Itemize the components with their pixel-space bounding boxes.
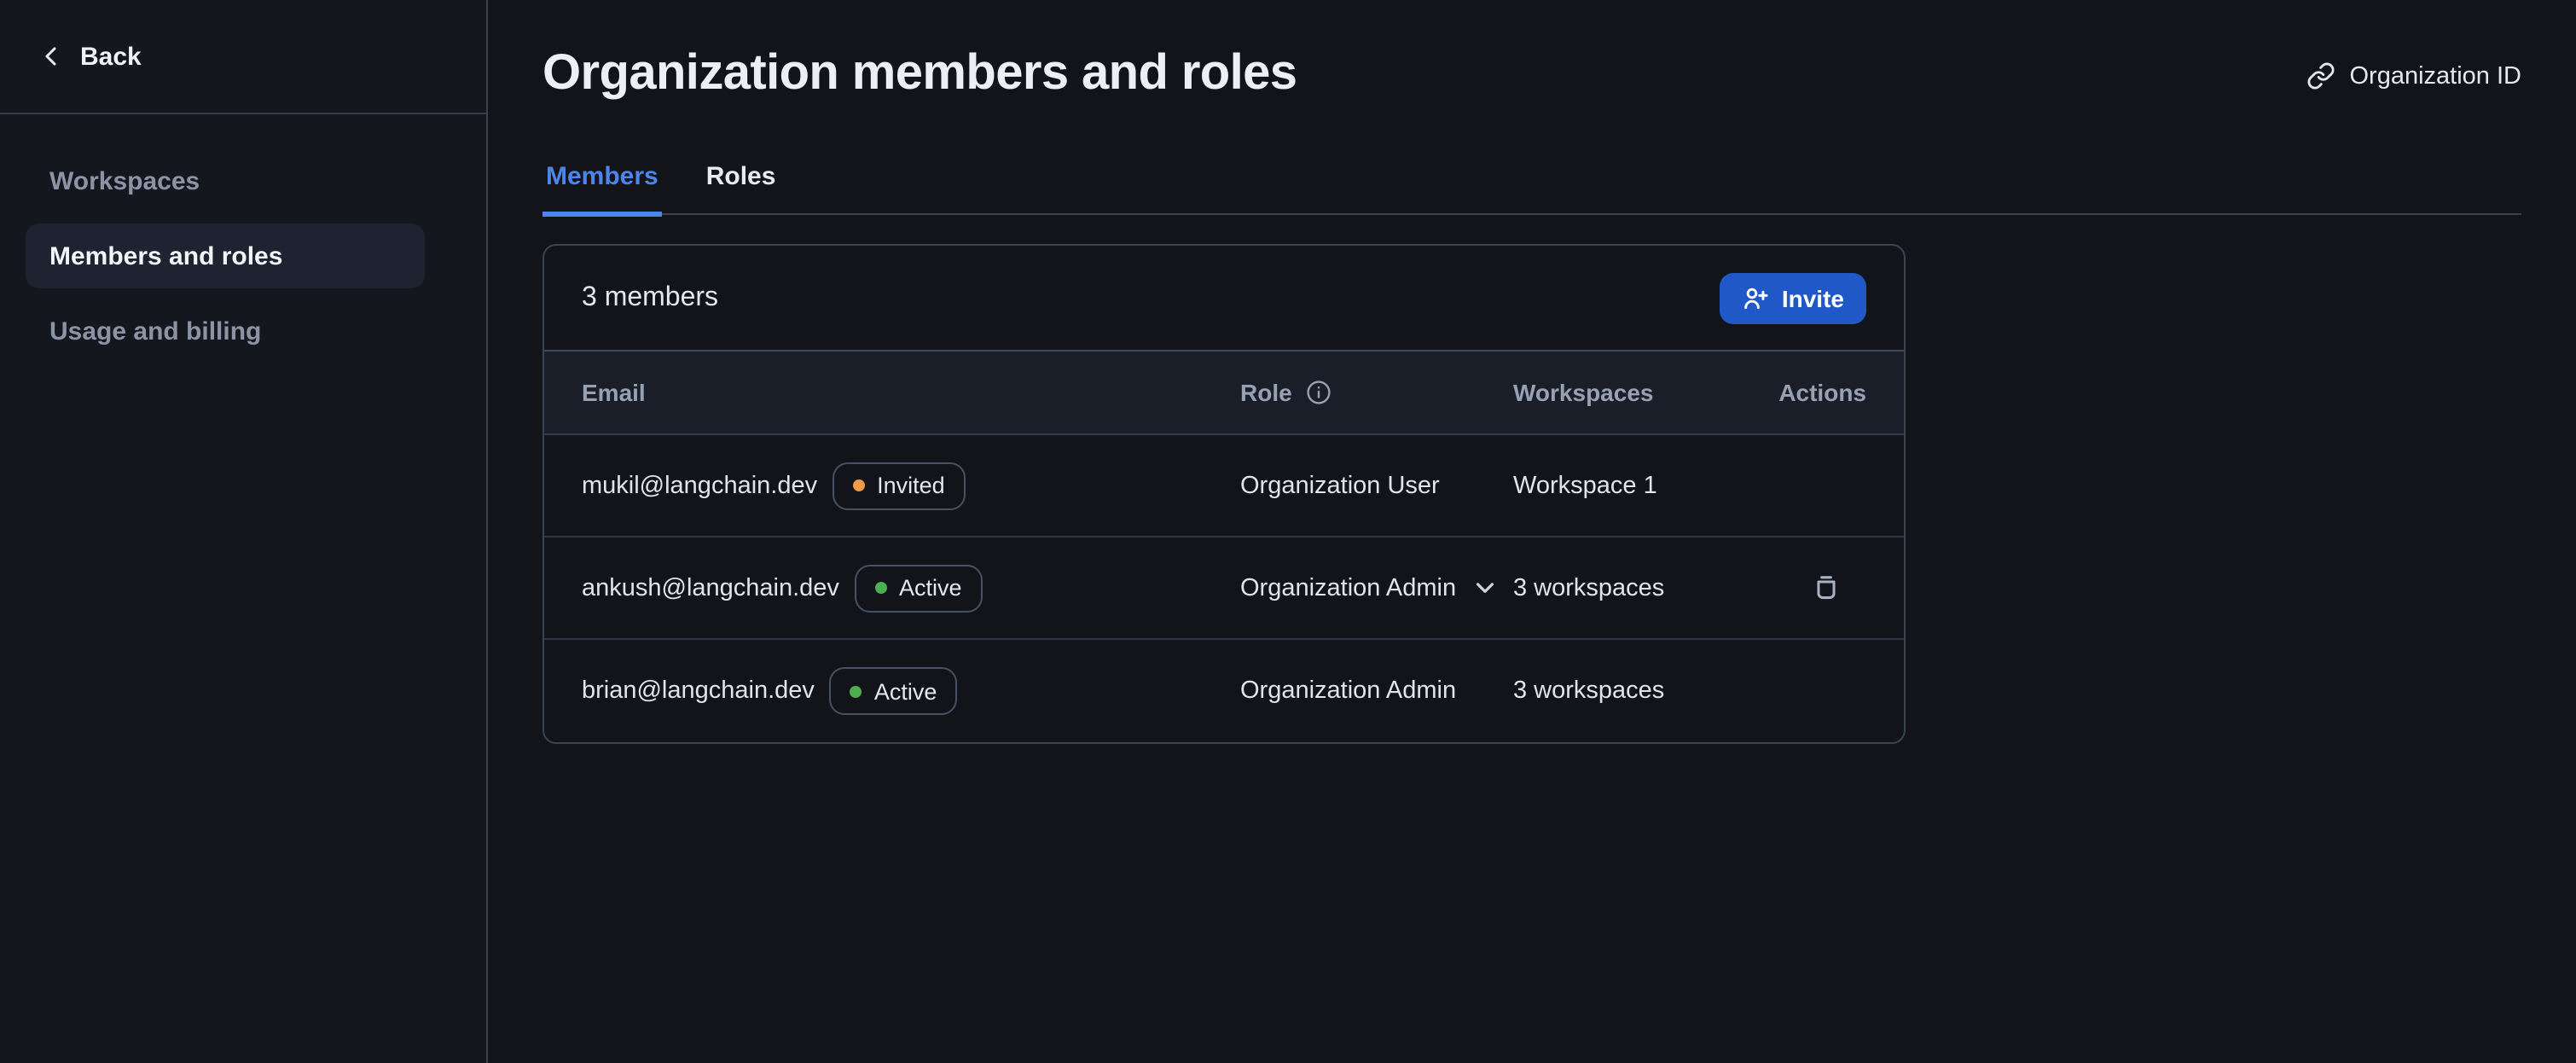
invite-button-label: Invite bbox=[1782, 284, 1844, 311]
status-dot bbox=[875, 582, 887, 594]
table-row: mukil@langchain.dev Invited Organization U… bbox=[544, 435, 1904, 537]
email-cell: ankush@langchain.dev Active bbox=[582, 564, 1240, 612]
info-icon[interactable] bbox=[1306, 379, 1333, 406]
status-dot bbox=[850, 685, 862, 697]
organization-id-button[interactable]: Organization ID bbox=[2307, 61, 2522, 90]
trash-icon bbox=[1810, 572, 1842, 604]
app-root: Back Workspaces Members and roles Usage an… bbox=[0, 0, 2576, 1063]
back-label: Back bbox=[80, 42, 142, 71]
sidebar-item-workspaces[interactable]: Workspaces bbox=[26, 148, 425, 213]
sidebar-nav: Workspaces Members and roles Usage and bil… bbox=[0, 148, 486, 374]
member-role: Organization User bbox=[1240, 472, 1440, 499]
sidebar-item-members-and-roles[interactable]: Members and roles bbox=[26, 224, 425, 288]
main-content: Organization members and roles Organizat… bbox=[488, 0, 2576, 1063]
member-role: Organization Admin bbox=[1240, 677, 1456, 705]
status-label: Active bbox=[874, 678, 937, 704]
organization-id-label: Organization ID bbox=[2350, 62, 2522, 90]
tab-roles[interactable]: Roles bbox=[703, 162, 780, 217]
role-cell: Organization User bbox=[1240, 472, 1513, 499]
workspaces-cell: 3 workspaces bbox=[1513, 574, 1776, 601]
member-email: ankush@langchain.dev bbox=[582, 574, 839, 601]
status-badge: Invited bbox=[833, 462, 966, 509]
sidebar-item-usage-and-billing[interactable]: Usage and billing bbox=[26, 299, 425, 363]
status-badge: Active bbox=[830, 667, 958, 715]
member-role: Organization Admin bbox=[1240, 574, 1456, 601]
table-row: brian@langchain.dev Active Organization Ad… bbox=[544, 640, 1904, 742]
page-title: Organization members and roles bbox=[542, 44, 2521, 102]
status-label: Invited bbox=[877, 473, 945, 498]
back-button[interactable]: Back bbox=[0, 0, 486, 114]
column-header-actions: Actions bbox=[1776, 379, 1866, 406]
role-cell[interactable]: Organization Admin bbox=[1240, 574, 1513, 601]
table-header-row: Email Role Workspaces Actions bbox=[544, 350, 1904, 435]
status-dot bbox=[853, 479, 865, 491]
member-count: 3 members bbox=[582, 282, 718, 313]
actions-cell bbox=[1776, 568, 1866, 607]
workspaces-cell: 3 workspaces bbox=[1513, 677, 1776, 705]
chevron-down-icon[interactable] bbox=[1471, 575, 1497, 601]
email-cell: mukil@langchain.dev Invited bbox=[582, 462, 1240, 509]
status-label: Active bbox=[899, 575, 962, 601]
sidebar: Back Workspaces Members and roles Usage an… bbox=[0, 0, 488, 1063]
status-badge: Active bbox=[855, 564, 983, 612]
user-plus-icon bbox=[1743, 284, 1770, 311]
link-icon bbox=[2307, 61, 2336, 90]
member-email: mukil@langchain.dev bbox=[582, 472, 817, 499]
invite-button[interactable]: Invite bbox=[1720, 272, 1866, 323]
chevron-left-icon bbox=[39, 44, 63, 68]
column-header-workspaces: Workspaces bbox=[1513, 379, 1776, 406]
column-header-role: Role bbox=[1240, 379, 1513, 406]
workspaces-cell: Workspace 1 bbox=[1513, 472, 1776, 499]
members-card-header: 3 members Invite bbox=[544, 246, 1904, 350]
tab-members[interactable]: Members bbox=[542, 162, 662, 217]
email-cell: brian@langchain.dev Active bbox=[582, 667, 1240, 715]
table-row: ankush@langchain.dev Active Organization A… bbox=[544, 537, 1904, 640]
member-email: brian@langchain.dev bbox=[582, 677, 815, 705]
delete-member-button[interactable] bbox=[1807, 568, 1846, 607]
role-cell: Organization Admin bbox=[1240, 677, 1513, 705]
members-card: 3 members Invite Email Role Workspaces bbox=[542, 244, 1906, 744]
column-header-email: Email bbox=[582, 379, 1240, 406]
tab-bar: Members Roles bbox=[542, 162, 2521, 215]
table-body: mukil@langchain.dev Invited Organization U… bbox=[544, 435, 1904, 742]
